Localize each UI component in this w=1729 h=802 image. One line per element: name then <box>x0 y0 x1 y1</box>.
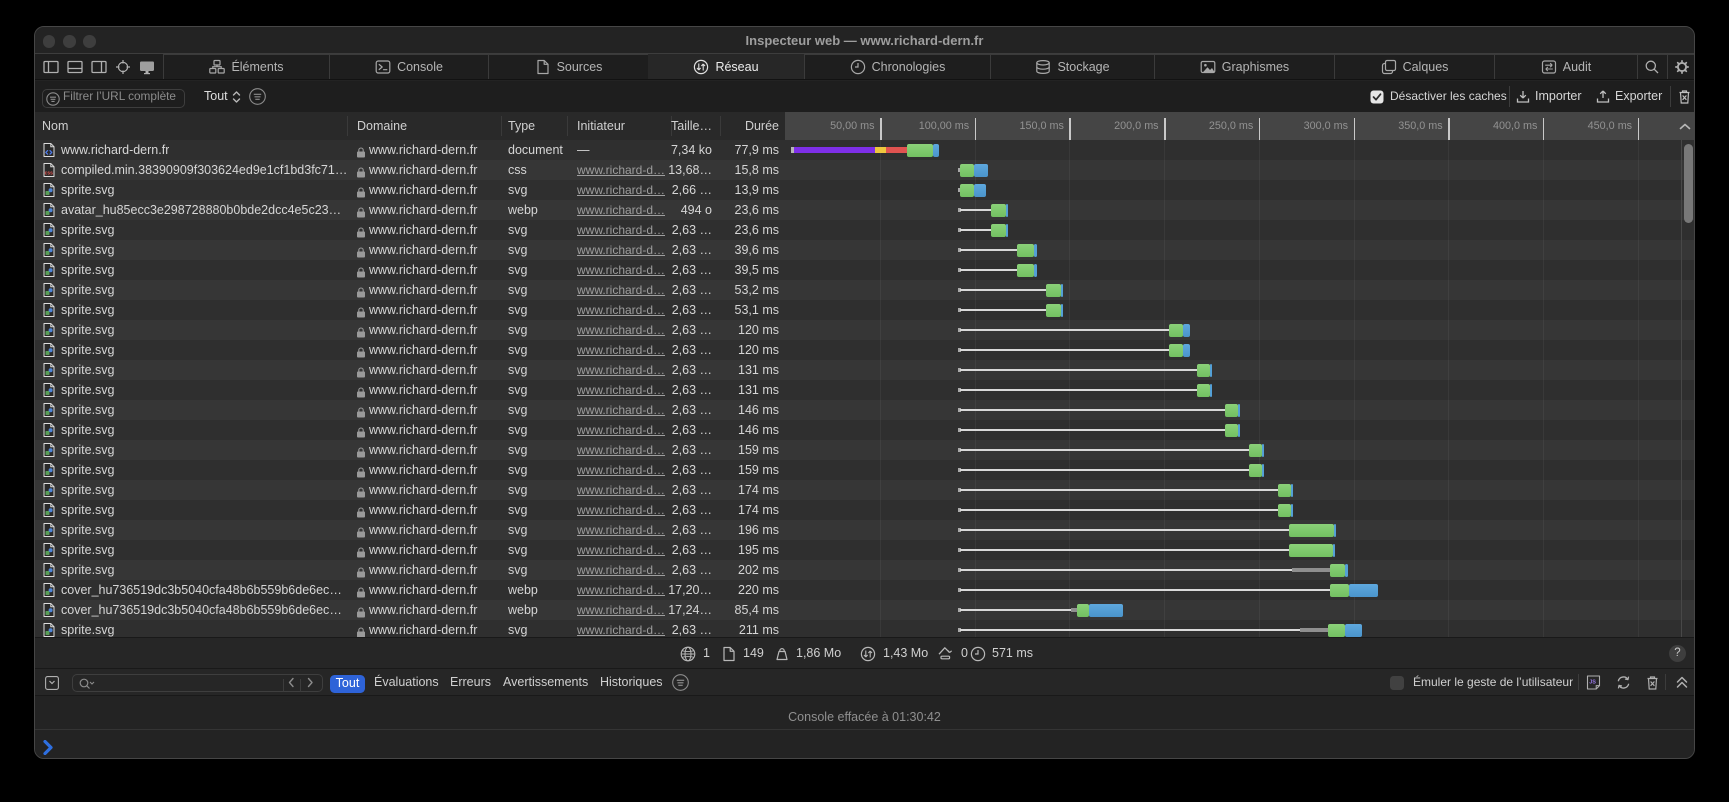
svg-text:JS: JS <box>1589 680 1596 686</box>
svg-text:css: css <box>45 171 54 177</box>
